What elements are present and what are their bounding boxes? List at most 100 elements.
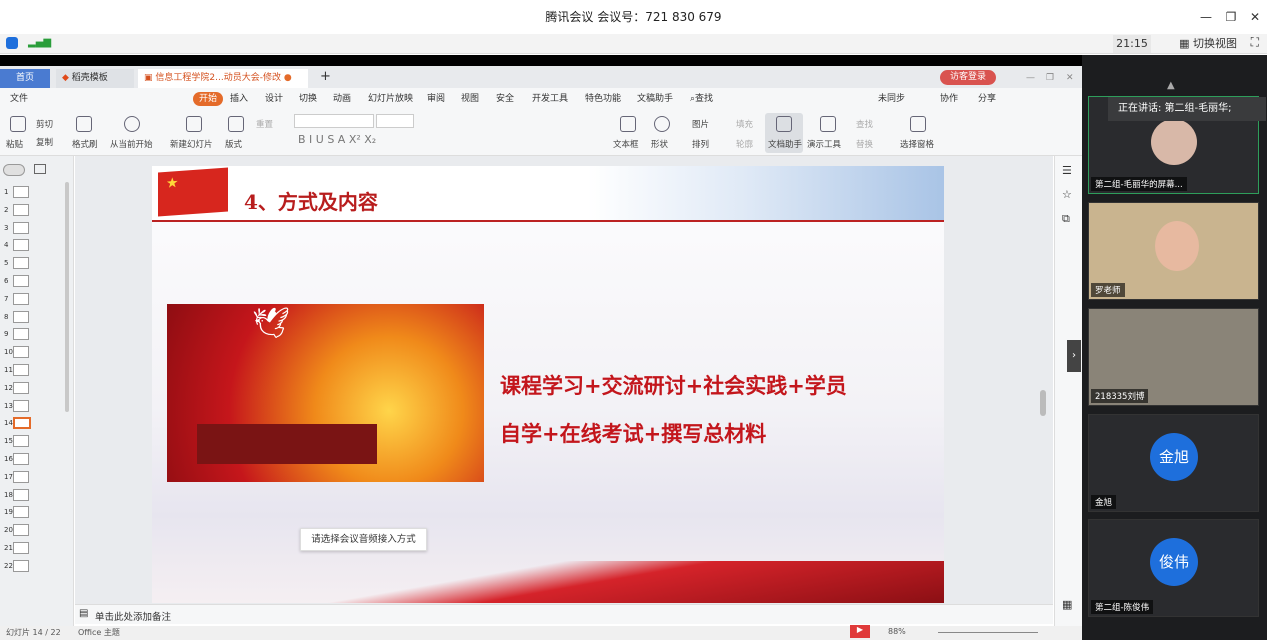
slide-thumbnail[interactable] bbox=[13, 524, 29, 537]
slide-thumbnail[interactable] bbox=[13, 328, 29, 341]
fill-button[interactable]: 填充 bbox=[736, 118, 753, 130]
replace-button[interactable]: 替换 bbox=[856, 138, 873, 150]
slide-thumbnail[interactable] bbox=[13, 453, 29, 465]
slide-thumbnail[interactable] bbox=[13, 488, 29, 501]
collab-button[interactable]: 协作 bbox=[940, 92, 958, 106]
menu-developer[interactable]: 开发工具 bbox=[532, 92, 568, 106]
participant-tile[interactable]: 金旭 金旭 bbox=[1088, 414, 1259, 512]
menu-animation[interactable]: 动画 bbox=[333, 92, 351, 106]
slide-thumbnail[interactable] bbox=[13, 399, 29, 412]
menu-security[interactable]: 安全 bbox=[496, 92, 514, 106]
slide-thumbnail[interactable] bbox=[13, 506, 29, 519]
presentation-tools-button[interactable]: 演示工具 bbox=[807, 138, 841, 150]
sync-status[interactable]: 未同步 bbox=[878, 92, 905, 106]
copy-button[interactable]: 复制 bbox=[36, 136, 53, 148]
canvas-scrollbar[interactable] bbox=[1040, 390, 1046, 416]
tab-home[interactable]: 首页 bbox=[0, 69, 50, 88]
copy-icon[interactable]: ⧉ bbox=[1062, 212, 1070, 226]
menu-search[interactable]: ⌕查找 bbox=[690, 92, 713, 106]
notes-area[interactable]: ▤ 单击此处添加备注 bbox=[75, 604, 1053, 624]
arrange-button[interactable]: 排列 bbox=[692, 138, 709, 150]
wps-close-icon[interactable]: ✕ bbox=[1060, 69, 1080, 88]
slide-thumbnail[interactable] bbox=[13, 435, 29, 448]
tab-template[interactable]: ◆ 稻壳模板 bbox=[56, 69, 134, 88]
collapse-panel-button[interactable]: › bbox=[1067, 340, 1081, 372]
slide-thumbnail[interactable] bbox=[13, 275, 29, 287]
thumbnail-number: 11 bbox=[4, 366, 13, 374]
star-icon[interactable]: ☆ bbox=[1062, 188, 1072, 201]
slide-thumbnail[interactable] bbox=[13, 292, 29, 305]
participant-tile[interactable]: 罗老师 bbox=[1088, 202, 1259, 300]
slide-thumbnail[interactable] bbox=[13, 559, 29, 572]
slide-thumbnail[interactable] bbox=[13, 310, 29, 323]
slide-thumbnail[interactable] bbox=[13, 186, 29, 198]
restore-icon[interactable]: ❐ bbox=[1222, 8, 1240, 26]
slide-thumbnail[interactable] bbox=[13, 470, 29, 483]
minimize-icon[interactable]: — bbox=[1197, 8, 1215, 26]
audio-tooltip[interactable]: 请选择会议音频接入方式 bbox=[300, 528, 427, 551]
paste-button[interactable]: 粘贴 bbox=[6, 138, 23, 150]
properties-icon[interactable]: ☰ bbox=[1062, 164, 1072, 177]
play-from-current-button[interactable]: 从当前开始 bbox=[110, 138, 153, 150]
close-icon[interactable]: ✕ bbox=[1246, 8, 1264, 26]
thumbnail-view-icon[interactable] bbox=[34, 164, 46, 174]
gate-shape bbox=[197, 424, 377, 464]
slide-thumbnail[interactable] bbox=[13, 346, 29, 359]
menu-start[interactable]: 开始 bbox=[193, 92, 224, 106]
slide-thumbnail[interactable] bbox=[13, 221, 29, 234]
slide-thumbnail[interactable] bbox=[13, 203, 29, 216]
slideshow-play-icon[interactable]: ▶ bbox=[850, 625, 870, 638]
tab-document[interactable]: ▣ 信息工程学院2...动员大会-修改 ● bbox=[138, 69, 308, 88]
new-tab-button[interactable]: + bbox=[314, 67, 337, 86]
zoom-level[interactable]: 88% bbox=[888, 627, 906, 636]
participant-tile[interactable]: 俊伟 第二组-陈俊伟 bbox=[1088, 519, 1259, 617]
find-button[interactable]: 查找 bbox=[856, 118, 873, 130]
menu-file[interactable]: 文件 bbox=[10, 92, 28, 106]
slide-thumbnail[interactable] bbox=[13, 417, 31, 430]
text-format-icons[interactable]: B I U S A X² X₂ bbox=[298, 133, 376, 146]
outline-button[interactable]: 轮廓 bbox=[736, 138, 753, 150]
switch-view-button[interactable]: ▦ 切换视图 bbox=[1179, 35, 1237, 53]
slide-thumbnail[interactable] bbox=[13, 542, 29, 554]
menu-transition[interactable]: 切换 bbox=[299, 92, 317, 106]
layout-button[interactable]: 版式 bbox=[225, 138, 242, 150]
thumbnail-scrollbar[interactable] bbox=[65, 182, 69, 412]
menu-slideshow[interactable]: 幻灯片放映 bbox=[368, 92, 413, 106]
avatar: 金旭 bbox=[1150, 433, 1198, 481]
slide-thumbnail[interactable] bbox=[13, 381, 29, 394]
participant-tile[interactable]: 218335刘博 bbox=[1088, 308, 1259, 406]
cut-button[interactable]: 剪切 bbox=[36, 118, 53, 130]
slide-thumbnail[interactable] bbox=[13, 257, 29, 270]
unsaved-dot-icon: ● bbox=[283, 73, 292, 83]
menu-assistant[interactable]: 文稿助手 bbox=[637, 92, 673, 106]
textbox-button[interactable]: 文本框 bbox=[613, 138, 639, 150]
format-painter-button[interactable]: 格式刷 bbox=[72, 138, 98, 150]
new-slide-button[interactable]: 新建幻灯片 bbox=[170, 138, 213, 150]
thumbnail-number: 17 bbox=[4, 472, 13, 481]
menu-features[interactable]: 特色功能 bbox=[585, 92, 621, 106]
guest-login-button[interactable]: 访客登录 bbox=[940, 70, 996, 85]
slide-thumbnail[interactable] bbox=[13, 239, 29, 252]
reset-button[interactable]: 重置 bbox=[256, 118, 273, 130]
shape-button[interactable]: 形状 bbox=[651, 138, 668, 150]
wps-minimize-icon[interactable]: — bbox=[1020, 69, 1041, 88]
menu-view[interactable]: 视图 bbox=[461, 92, 479, 106]
wps-restore-icon[interactable]: ❐ bbox=[1040, 69, 1060, 88]
slide-thumbnail[interactable] bbox=[13, 364, 29, 376]
fullscreen-icon[interactable]: ⛶ bbox=[1251, 35, 1259, 50]
font-size-select[interactable] bbox=[376, 114, 414, 128]
selection-pane-button[interactable]: 选择窗格 bbox=[900, 138, 934, 150]
doc-assistant-button[interactable]: 文档助手 bbox=[768, 138, 802, 150]
share-button[interactable]: 分享 bbox=[978, 92, 996, 106]
grid-icon[interactable]: ▦ bbox=[1062, 598, 1072, 611]
outline-view-icon[interactable] bbox=[3, 164, 25, 176]
slide[interactable]: ★ 4、方式及内容 🕊 课程学习+交流研讨+社会实践+学员 自学+在线考试+撰写… bbox=[152, 166, 944, 603]
scroll-up-icon[interactable]: ▲ bbox=[1167, 80, 1175, 91]
presentation-tools-icon bbox=[820, 116, 836, 132]
picture-button[interactable]: 图片 bbox=[692, 118, 709, 130]
menu-design[interactable]: 设计 bbox=[265, 92, 283, 106]
menu-insert[interactable]: 插入 bbox=[230, 92, 248, 106]
font-family-select[interactable] bbox=[294, 114, 374, 128]
menu-review[interactable]: 审阅 bbox=[427, 92, 445, 106]
zoom-slider[interactable] bbox=[938, 632, 1038, 633]
